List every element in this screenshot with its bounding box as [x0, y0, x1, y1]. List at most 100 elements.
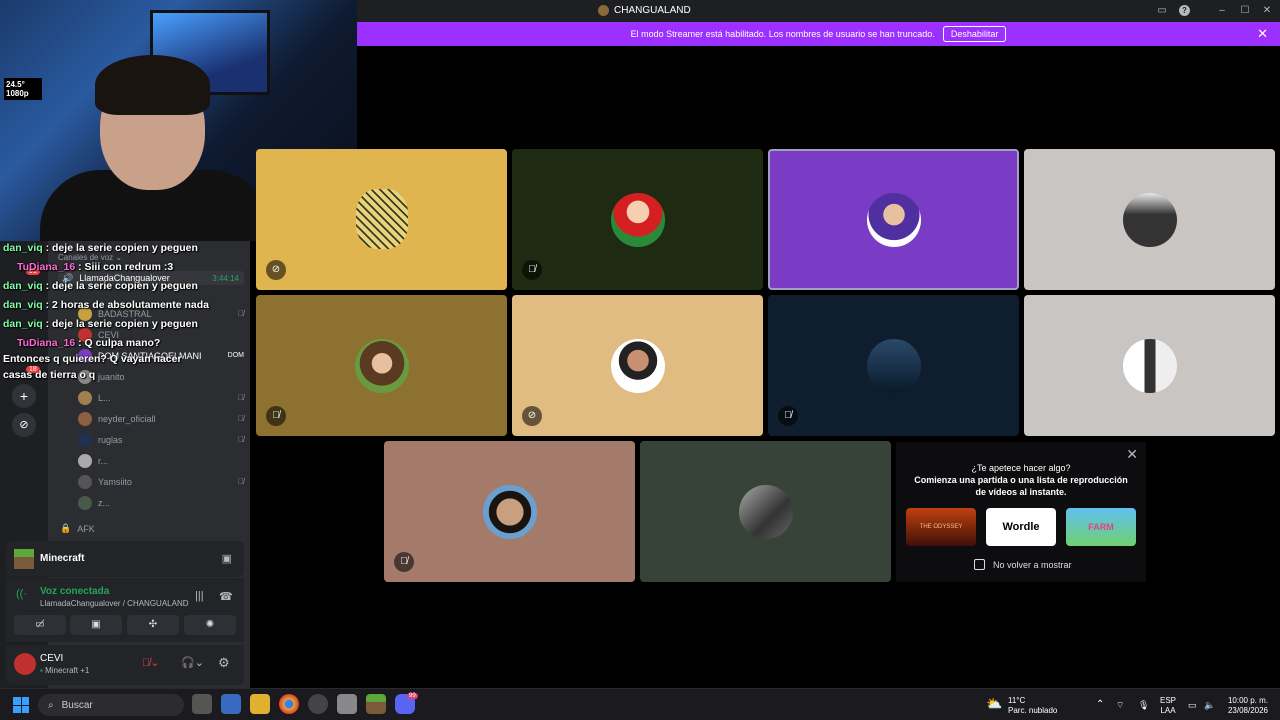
activity-card[interactable]: Minecraft ▣ [6, 541, 244, 577]
windows-start-icon[interactable] [13, 697, 29, 713]
voice-location[interactable]: LlamadaChangualover / CHANGUALAND [40, 599, 189, 608]
game-tile-farm[interactable]: FARM [1066, 508, 1136, 546]
avatar [610, 338, 665, 393]
language-indicator[interactable]: ESP LAA [1160, 696, 1176, 716]
mic-muted-icon: 🎙̸ [266, 406, 286, 426]
participant-tile-speaking[interactable] [768, 149, 1019, 290]
username[interactable]: CEVI [40, 653, 63, 664]
checkbox[interactable] [974, 559, 985, 570]
disconnect-icon[interactable]: ☎ [219, 590, 233, 603]
tiger-drawing [356, 189, 408, 249]
explore-icon[interactable]: ⊘ [12, 413, 36, 437]
chat-message: TuDiana_16 : Siii con redrum :3 [17, 261, 174, 273]
camera-off-icon: ⊘ [522, 406, 542, 426]
taskbar-search[interactable]: ⌕ Buscar [38, 694, 184, 716]
game-tile-wordle[interactable]: Wordle [986, 508, 1056, 546]
avatar [866, 192, 921, 247]
list-item[interactable]: ruglas 🎙̸ [78, 429, 244, 450]
stream-chat: dan_viq : deje la serie copien y peguen … [3, 242, 209, 385]
participant-tile[interactable]: 🎙̸ [384, 441, 635, 582]
maximize-button[interactable]: ☐ [1238, 4, 1252, 18]
chat-message: Entonces q quieren? Q vayan hacer [3, 353, 182, 365]
signal-icon[interactable]: ((· [16, 588, 27, 600]
user-panel: CEVI ▪ Minecraft +1 🎙̸⌄ 🎧⌄ ⚙ [6, 645, 244, 685]
participant-tile[interactable]: ⊘ [512, 295, 763, 436]
suggestion-title: ¿Te apetece hacer algo? [971, 463, 1071, 473]
window-title: CHANGUALAND [598, 5, 691, 16]
participant-tile[interactable] [1024, 149, 1275, 290]
add-server-icon[interactable]: + [12, 384, 36, 408]
mic-muted-icon: 🎙̸ [778, 406, 798, 426]
camera-button[interactable]: ▭̸ [14, 615, 66, 635]
chat-message: dan_viq : deje la serie copien y peguen [3, 318, 198, 330]
participant-tile[interactable]: 🎙̸ [256, 295, 507, 436]
suggestion-subtitle: Comienza una partida o una lista de repr… [914, 475, 1128, 485]
temp-display: 24.5° 1080p [4, 78, 42, 100]
participant-tile[interactable]: 🎙̸ [512, 149, 763, 290]
noise-suppression-icon[interactable]: ||| [195, 590, 204, 602]
user-activity: ▪ Minecraft +1 [40, 666, 90, 675]
minimize-button[interactable]: – [1215, 4, 1229, 18]
app-icon[interactable] [221, 694, 241, 714]
afk-channel[interactable]: 🔒 AFK [60, 523, 95, 534]
avatar [866, 338, 921, 393]
volume-icon[interactable]: 🔈 [1204, 700, 1215, 710]
muted-icon: 🎙̸ [238, 477, 244, 486]
weather-widget[interactable]: 11°C Parc. nublado [1008, 696, 1057, 716]
list-item[interactable]: neyder_oficiall 🎙̸ [78, 408, 244, 429]
server-icon [598, 5, 609, 16]
inbox-icon[interactable]: ▭ [1155, 4, 1169, 18]
game-tile-odyssey[interactable]: THE ODYSSEY [906, 508, 976, 546]
list-item[interactable]: L... 🎙̸ [78, 387, 244, 408]
chevron-up-icon[interactable]: ⌃ [1096, 700, 1104, 710]
display-icon[interactable]: ▭ [1188, 700, 1197, 710]
streamer-mode-banner: El modo Streamer está habilitado. Los no… [357, 22, 1280, 46]
avatar [354, 338, 409, 393]
muted-icon: 🎙̸ [238, 309, 244, 318]
soundboard-button[interactable]: ✺ [184, 615, 236, 635]
voice-status[interactable]: Voz conectada [40, 586, 109, 597]
headphones-icon[interactable]: 🎧⌄ [181, 656, 204, 669]
minecraft-icon[interactable] [366, 694, 386, 714]
list-item[interactable]: Yamsiito 🎙̸ [78, 471, 244, 492]
chrome-icon[interactable] [279, 694, 299, 714]
app-icon[interactable] [308, 694, 328, 714]
close-window-button[interactable]: ✕ [1260, 4, 1274, 18]
participant-tile[interactable]: 🎙̸ [768, 295, 1019, 436]
chat-message: dan_viq : deje la serie copien y peguen [3, 242, 198, 254]
avatar [78, 432, 92, 447]
network-icon[interactable]: ⌔ [1116, 700, 1124, 710]
avatar [610, 192, 665, 247]
file-explorer-icon[interactable] [250, 694, 270, 714]
task-view-icon[interactable] [192, 694, 212, 714]
avatar [78, 453, 92, 468]
muted-icon: 🎙̸ [238, 435, 244, 444]
mic-icon[interactable]: 🎙 [1138, 700, 1149, 710]
search-icon: ⌕ [48, 699, 54, 711]
weather-icon[interactable]: ⛅ [986, 696, 1002, 712]
chat-message: dan_viq : 2 horas de absolutamente nada [3, 299, 209, 311]
avatar [78, 474, 92, 489]
avatar[interactable] [14, 653, 36, 675]
dont-show-checkbox[interactable]: No volver a mostrar [974, 559, 1072, 570]
list-item[interactable]: z... [78, 492, 244, 513]
person-hair [95, 55, 210, 115]
clock[interactable]: 10:00 p. m. 23/08/2026 [1224, 696, 1268, 716]
participant-tile[interactable]: ⊘ [256, 149, 507, 290]
screen-share-button[interactable]: ▣ [70, 615, 122, 635]
close-icon[interactable]: ✕ [1257, 26, 1268, 42]
activity-suggestion-panel: ✕ ¿Te apetece hacer algo? Comienza una p… [896, 442, 1146, 582]
mic-muted-icon[interactable]: 🎙̸⌄ [142, 656, 159, 669]
avatar [78, 495, 92, 510]
screen-share-icon[interactable]: ▣ [222, 552, 232, 565]
disable-streamer-button[interactable]: Deshabilitar [942, 26, 1007, 42]
activity-name: Minecraft [40, 553, 85, 564]
app-icon[interactable] [337, 694, 357, 714]
settings-icon[interactable]: ⚙ [218, 655, 230, 671]
close-icon[interactable]: ✕ [1126, 446, 1138, 463]
activities-button[interactable]: ✣ [127, 615, 179, 635]
participant-tile[interactable] [1024, 295, 1275, 436]
participant-tile[interactable] [640, 441, 891, 582]
list-item[interactable]: r... [78, 450, 244, 471]
help-icon[interactable]: ? [1179, 5, 1190, 16]
